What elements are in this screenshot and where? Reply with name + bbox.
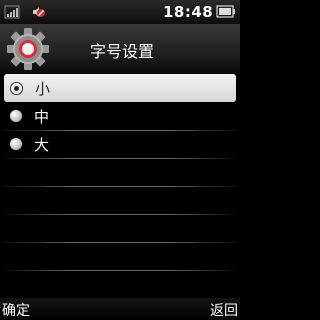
radio-icon	[10, 138, 22, 150]
divider	[0, 158, 240, 159]
divider	[0, 270, 240, 271]
confirm-softkey[interactable]: 确定	[2, 300, 30, 320]
softkey-bar: 确定 返回	[0, 298, 240, 320]
page-title: 字号设置	[90, 42, 155, 61]
radio-selected-icon	[10, 81, 23, 95]
signal-icon	[4, 5, 20, 19]
font-size-options: 小 中 大	[0, 74, 240, 294]
divider	[0, 242, 240, 243]
gear-icon	[7, 28, 49, 70]
divider	[0, 214, 240, 215]
option-label: 中	[34, 107, 50, 126]
battery-icon	[216, 5, 235, 18]
option-large[interactable]: 大	[4, 130, 236, 158]
status-bar: 18:48	[0, 0, 240, 25]
silent-icon	[33, 7, 45, 17]
divider	[0, 130, 240, 131]
page-header: 字号设置	[0, 24, 240, 74]
option-medium[interactable]: 中	[4, 102, 236, 130]
option-label: 小	[35, 79, 51, 98]
clock: 18:48	[163, 3, 214, 21]
divider	[0, 186, 240, 187]
radio-icon	[10, 110, 22, 122]
option-small[interactable]: 小	[4, 74, 236, 102]
option-label: 大	[34, 135, 50, 154]
back-softkey[interactable]: 返回	[210, 300, 238, 320]
